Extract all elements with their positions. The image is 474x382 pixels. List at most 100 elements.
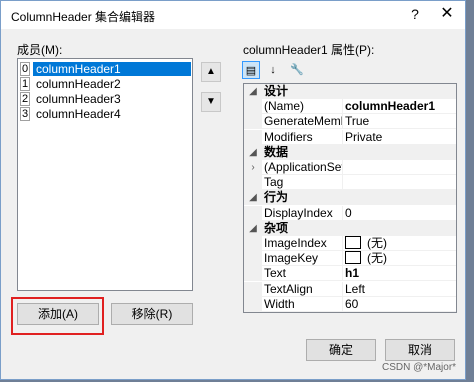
property-value[interactable]: 60 (345, 297, 358, 312)
expand-icon[interactable]: › (244, 160, 262, 175)
property-value-text: (无) (367, 236, 387, 250)
dialog-title: ColumnHeader 集合编辑器 (11, 10, 156, 24)
property-pages-icon[interactable]: 🔧 (288, 61, 306, 79)
collapse-icon[interactable]: ◢ (244, 220, 262, 236)
property-name: ImageIndex (264, 236, 327, 250)
move-up-button[interactable]: ▲ (201, 62, 221, 82)
property-row[interactable]: ›(ApplicationSettings) (244, 160, 456, 175)
gutter (244, 205, 262, 221)
list-item[interactable]: 2 columnHeader3 (18, 92, 192, 106)
property-value-text: Left (345, 281, 366, 296)
property-row[interactable]: ImageIndex (无) (244, 236, 456, 251)
gutter (244, 281, 262, 297)
property-value[interactable]: Left (345, 282, 365, 297)
gutter (244, 251, 262, 267)
add-button[interactable]: 添加(A) (17, 303, 99, 325)
property-value-text: (无) (367, 251, 387, 266)
property-name: ImageKey (264, 251, 319, 266)
property-row[interactable]: DisplayIndex 0 (244, 205, 456, 221)
property-grid-toolbar: ▤ ↓ 🔧 (242, 61, 310, 81)
members-list[interactable]: 0 columnHeader1 1 columnHeader2 2 columnHeade… (17, 58, 193, 291)
property-value[interactable]: (无) (345, 236, 387, 251)
gutter (244, 236, 262, 251)
list-item-index: 2 (20, 92, 30, 106)
column-divider (342, 114, 343, 130)
property-name: DisplayIndex (264, 205, 333, 220)
list-item[interactable]: 1 columnHeader2 (18, 77, 192, 91)
category-label: 杂项 (264, 220, 289, 235)
gutter (244, 175, 262, 191)
list-item[interactable]: 0 columnHeader1 (18, 62, 192, 76)
collapse-icon[interactable]: ◢ (244, 190, 262, 206)
category-label: 行为 (264, 190, 289, 205)
title-bar: ColumnHeader 集合编辑器 ? ✕ (1, 1, 465, 29)
property-value-text: h1 (345, 266, 360, 281)
column-divider (342, 205, 343, 221)
column-divider (342, 129, 343, 145)
property-value[interactable]: 0 (345, 206, 352, 221)
list-item-label: columnHeader1 (33, 62, 191, 76)
members-label: 成员(M): (17, 43, 63, 57)
property-value[interactable]: columnHeader1 (345, 99, 435, 114)
gutter (244, 114, 262, 130)
property-row[interactable]: Text h1 (244, 266, 456, 282)
column-divider (342, 99, 343, 115)
move-down-button[interactable]: ▼ (201, 92, 221, 112)
property-value[interactable]: h1 (345, 266, 359, 281)
category-background (262, 84, 456, 99)
property-name: (ApplicationSettings) (264, 160, 342, 174)
help-button[interactable]: ? (405, 4, 425, 24)
category-background (262, 220, 456, 236)
property-row[interactable]: Width 60 (244, 296, 456, 312)
gutter (244, 266, 262, 282)
category-background (262, 190, 456, 206)
categorized-icon[interactable]: ▤ (242, 61, 260, 79)
property-value-text: columnHeader1 (345, 99, 436, 114)
list-item-label: columnHeader4 (36, 107, 121, 121)
property-name: Width (264, 296, 295, 311)
category-row[interactable]: ◢ 杂项 (244, 220, 456, 236)
gutter (244, 99, 262, 115)
property-name: Text (264, 266, 287, 281)
list-item-label: columnHeader2 (36, 77, 121, 91)
gutter (244, 296, 262, 312)
collapse-icon[interactable]: ◢ (244, 144, 262, 160)
list-item[interactable]: 3 columnHeader4 (18, 107, 192, 121)
column-divider (342, 160, 343, 175)
property-row[interactable]: TextAlign Left (244, 281, 456, 297)
category-background (262, 144, 456, 160)
column-divider (342, 175, 343, 191)
arrow-down-icon: ▼ (206, 96, 216, 107)
watermark: CSDN @*Major* (382, 362, 457, 373)
image-swatch-icon (345, 251, 361, 265)
property-value[interactable]: True (345, 114, 369, 129)
property-grid[interactable]: ◢设计(Name)columnHeader1GenerateMemberTrue… (243, 83, 457, 313)
property-row[interactable]: ImageKey (无) (244, 251, 456, 267)
ok-button[interactable]: 确定 (306, 339, 376, 361)
property-row[interactable]: Modifiers Private (244, 129, 456, 145)
column-divider (342, 266, 343, 282)
cancel-button[interactable]: 取消 (385, 339, 455, 361)
alphabetical-icon[interactable]: ↓ (264, 61, 282, 79)
list-item-index: 0 (20, 62, 30, 76)
remove-button[interactable]: 移除(R) (111, 303, 193, 325)
arrow-up-icon: ▲ (206, 66, 216, 77)
column-divider (342, 296, 343, 312)
property-row[interactable]: (Name) columnHeader1 (244, 99, 456, 115)
list-item-label: columnHeader3 (36, 92, 121, 106)
image-swatch-icon (345, 236, 361, 249)
category-row[interactable]: ◢ 设计 (244, 84, 456, 99)
properties-label: columnHeader1 属性(P): (243, 43, 375, 57)
category-row[interactable]: ◢ 行为 (244, 190, 456, 206)
property-name: Modifiers (264, 129, 313, 144)
category-label: 数据 (264, 144, 289, 159)
category-row[interactable]: ◢ 数据 (244, 144, 456, 160)
close-button[interactable]: ✕ (431, 2, 463, 26)
property-row[interactable]: Tag (244, 175, 456, 191)
property-value[interactable]: Private (345, 130, 382, 145)
property-value-text: True (345, 114, 370, 129)
property-value[interactable]: (无) (345, 251, 387, 266)
collapse-icon[interactable]: ◢ (244, 84, 262, 99)
list-item-index: 3 (20, 107, 30, 121)
property-row[interactable]: GenerateMemberTrue (244, 114, 456, 130)
